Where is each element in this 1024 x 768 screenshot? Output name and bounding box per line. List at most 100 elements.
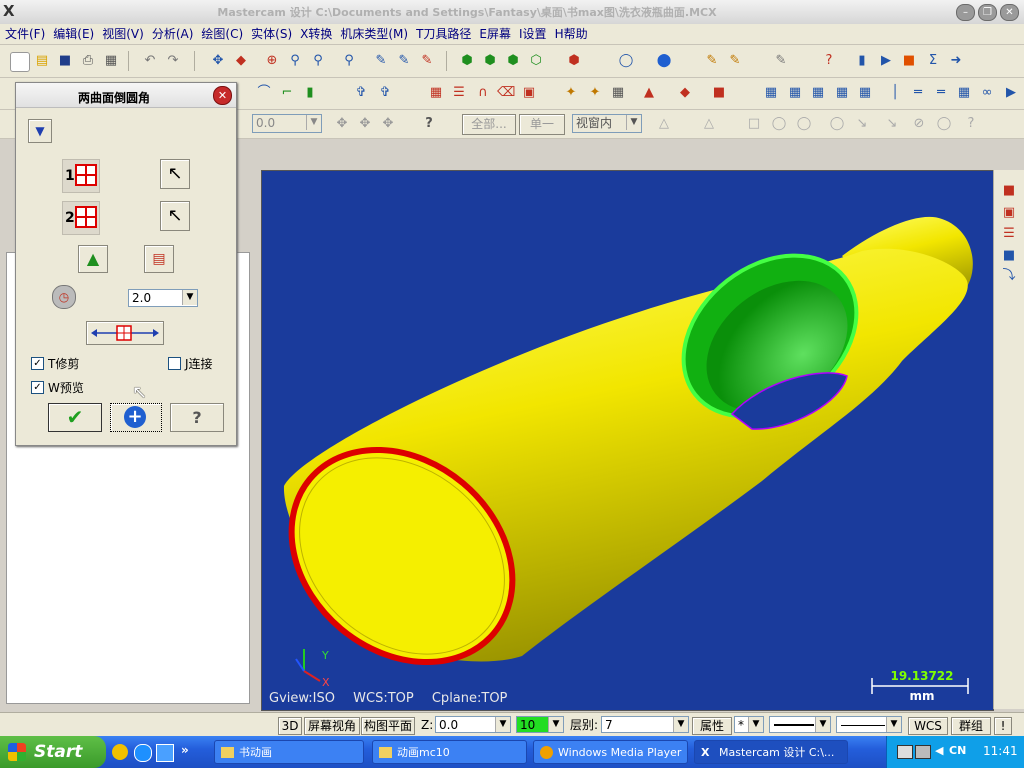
fit-icon[interactable]: ◆	[232, 52, 250, 70]
arc-icon[interactable]: ⌒	[255, 84, 273, 102]
apply-button[interactable]: +	[110, 403, 162, 432]
preview-checkbox[interactable]: ✓	[31, 381, 44, 394]
trim-checkbox[interactable]: ✓	[31, 357, 44, 370]
help-select-icon[interactable]: ?	[962, 115, 980, 133]
open-folder-icon[interactable]: ▤	[33, 52, 51, 70]
print-icon[interactable]: ⎙	[79, 52, 97, 70]
window-select-icon[interactable]: △	[655, 115, 673, 133]
help-icon[interactable]: ?	[420, 115, 438, 133]
selection-field[interactable]: 0.0 ▼	[252, 114, 322, 133]
tray-network-icon[interactable]	[915, 745, 931, 759]
attributes-button[interactable]: 属性	[692, 717, 732, 735]
circle-select2-icon[interactable]: ◯	[795, 115, 813, 133]
language-indicator[interactable]: CN	[949, 744, 966, 757]
expand-icon[interactable]: ▶	[1002, 84, 1020, 102]
menu-solids[interactable]: 实体(S)	[248, 24, 295, 44]
surface2-pick-button[interactable]: ↖	[160, 201, 190, 231]
shape-icon[interactable]: ▲	[640, 84, 658, 102]
media-quicklaunch-icon[interactable]	[112, 744, 128, 760]
align2-icon[interactable]: ═	[909, 84, 927, 102]
menu-view[interactable]: 视图(V)	[99, 24, 147, 44]
menu-screen[interactable]: E屏幕	[476, 24, 514, 44]
minimize-button[interactable]: –	[956, 4, 975, 21]
backplot-icon[interactable]: ▮	[853, 52, 871, 70]
zoom-selected-icon[interactable]: ⚲	[340, 52, 358, 70]
cplane-button[interactable]: 构图平面	[361, 717, 415, 735]
bolt-icon[interactable]: ✦	[562, 84, 580, 102]
menu-xform[interactable]: X转换	[297, 24, 335, 44]
redo-icon[interactable]: ↷	[164, 52, 182, 70]
layout2-icon[interactable]: ▦	[786, 84, 804, 102]
pencil-icon[interactable]: ✎	[703, 52, 721, 70]
sphere-icon[interactable]: ⬤	[655, 52, 673, 70]
help-query-icon[interactable]: ?	[820, 52, 838, 70]
clear-icon[interactable]: ▣	[1000, 204, 1018, 222]
task-folder-2[interactable]: 动画mc10	[372, 740, 527, 764]
zoom-window-icon[interactable]: ⊕	[263, 52, 281, 70]
maximize-button[interactable]: ❐	[978, 4, 997, 21]
measure-icon[interactable]: ✎	[372, 52, 390, 70]
translate-icon[interactable]: ✞	[376, 84, 394, 102]
wcs-button[interactable]: WCS	[908, 717, 948, 735]
collapse-icon[interactable]: ⤵	[1000, 267, 1018, 285]
options-button[interactable]: ▤	[144, 245, 174, 273]
menu-analyze[interactable]: 分析(A)	[149, 24, 197, 44]
close-button[interactable]: ✕	[1000, 4, 1019, 21]
magnet-icon[interactable]: ∩	[474, 84, 492, 102]
box-icon[interactable]: ▦	[609, 84, 627, 102]
connect-checkbox[interactable]	[168, 357, 181, 370]
disk-icon[interactable]: ■	[1000, 247, 1018, 265]
mill-icon[interactable]: ◆	[676, 84, 694, 102]
menu-edit[interactable]: 编辑(E)	[50, 24, 97, 44]
undo-icon[interactable]: ↶	[141, 52, 159, 70]
surface1-pick-button[interactable]: ↖	[160, 159, 190, 189]
menu-file[interactable]: 文件(F)	[2, 24, 48, 44]
arrow-select-icon[interactable]: ↘	[853, 115, 871, 133]
menu-settings[interactable]: I设置	[516, 24, 550, 44]
clock[interactable]: 11:41	[983, 744, 1018, 758]
box-select-icon[interactable]: □	[745, 115, 763, 133]
select-mode-icon[interactable]: ✥	[333, 115, 351, 133]
start-button[interactable]: Start	[0, 736, 106, 768]
cube-view-icon[interactable]: ⬢	[565, 52, 583, 70]
align-icon[interactable]: │	[886, 84, 904, 102]
select-mode2-icon[interactable]: ✥	[356, 115, 374, 133]
level-input[interactable]: 7 ▼	[601, 716, 689, 733]
cube-front-icon[interactable]: ⬢	[481, 52, 499, 70]
analyze-icon[interactable]: ✎	[395, 52, 413, 70]
polygon-select-icon[interactable]: △	[700, 115, 718, 133]
save-icon[interactable]: ■	[56, 52, 74, 70]
dialog-close-button[interactable]: ✕	[213, 86, 232, 105]
ie-quicklaunch-icon[interactable]	[134, 744, 152, 762]
cube-iso-icon[interactable]: ⬡	[527, 52, 545, 70]
select-scope-dropdown[interactable]: 视窗内 ▼	[572, 114, 642, 133]
fillet-icon[interactable]: ⌐	[278, 84, 296, 102]
z-depth-input[interactable]: 0.0 ▼	[435, 716, 511, 733]
groups-button[interactable]: 群组	[951, 717, 991, 735]
circle-select3-icon[interactable]: ◯	[935, 115, 953, 133]
task-media-player[interactable]: Windows Media Player	[533, 740, 688, 764]
cylinder-icon[interactable]: ▮	[301, 84, 319, 102]
mirror-icon[interactable]: ▶	[877, 52, 895, 70]
align4-icon[interactable]: ▦	[955, 84, 973, 102]
unzoom-icon[interactable]: ⚲	[309, 52, 327, 70]
select-all-button[interactable]: 全部...	[462, 114, 516, 135]
pan-icon[interactable]: ✥	[209, 52, 227, 70]
select-mode3-icon[interactable]: ✥	[379, 115, 397, 133]
layer-select-icon[interactable]: ◯	[828, 115, 846, 133]
tool-icon[interactable]: ■	[710, 84, 728, 102]
layout-icon[interactable]: ▦	[762, 84, 780, 102]
screen-view-button[interactable]: 屏幕视角	[304, 717, 360, 735]
point-style-select[interactable]: * ▼	[734, 716, 764, 733]
layout5-icon[interactable]: ▦	[856, 84, 874, 102]
delete-analyze-icon[interactable]: ✎	[418, 52, 436, 70]
wand-icon[interactable]: ✎	[772, 52, 790, 70]
bolt2-icon[interactable]: ✦	[586, 84, 604, 102]
task-mastercam[interactable]: X Mastercam 设计 C:\...	[694, 740, 848, 764]
select-single-button[interactable]: 单一	[519, 114, 565, 135]
info-button[interactable]: !	[994, 717, 1012, 735]
no-select-icon[interactable]: ⊘	[910, 115, 928, 133]
help-button[interactable]: ?	[170, 403, 224, 432]
tray-arrow-icon[interactable]: ◀	[935, 744, 943, 757]
print-preview-icon[interactable]: ▦	[102, 52, 120, 70]
